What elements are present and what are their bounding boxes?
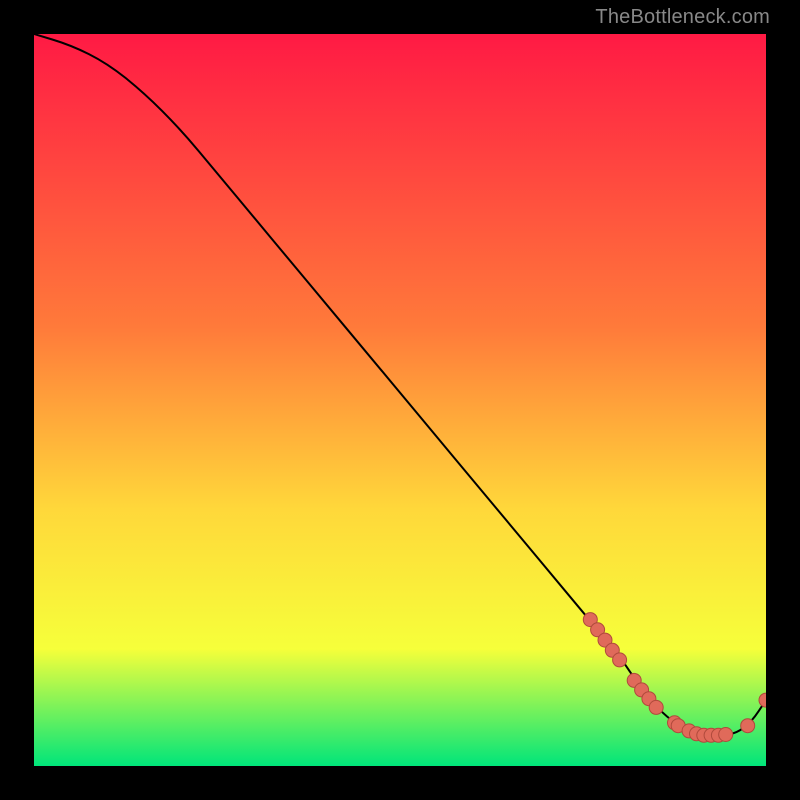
plot-svg xyxy=(34,34,766,766)
gradient-background xyxy=(34,34,766,766)
data-marker xyxy=(741,719,755,733)
watermark-text: TheBottleneck.com xyxy=(595,6,770,29)
data-marker xyxy=(613,653,627,667)
data-marker xyxy=(719,728,733,742)
data-marker xyxy=(649,700,663,714)
chart-stage: TheBottleneck.com xyxy=(0,0,800,800)
plot-area xyxy=(34,34,766,766)
